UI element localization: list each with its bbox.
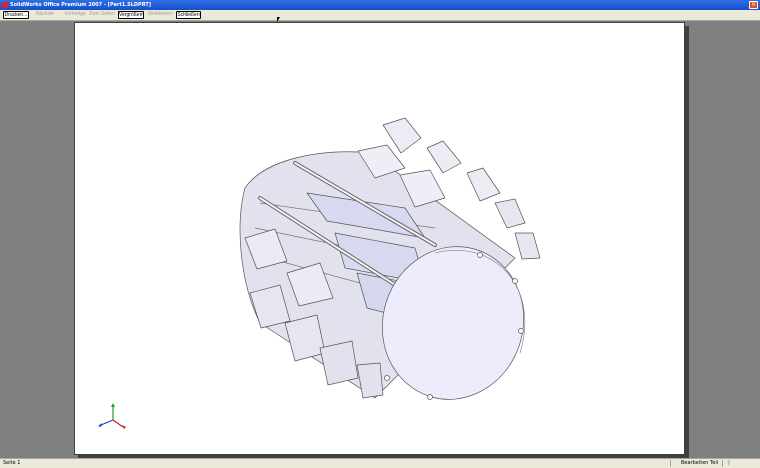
solidworks-app-icon [2,2,8,8]
two-pages-button[interactable]: Zwei Seiten [88,11,116,19]
window-close-button[interactable]: × [749,1,758,9]
status-divider [670,460,671,467]
previous-page-button[interactable]: Vorherige [63,11,87,19]
preview-page [74,22,685,455]
help-icon[interactable]: ? [727,460,730,467]
window-titlebar: SolidWorks Office Premium 2007 - [Part1.… [0,0,760,10]
status-divider [722,460,723,467]
coordinate-triad-icon [98,403,126,429]
part-drawing [98,117,541,429]
next-page-button[interactable]: Nächste [35,11,55,19]
edit-mode-text: Bearbeiten Teil [681,460,719,466]
close-preview-button[interactable]: Schließen [176,11,201,19]
page-indicator: Seite 1 [3,460,21,466]
zoom-out-button[interactable]: Verkleinern [147,11,173,19]
print-button[interactable]: Drucken... [3,11,29,19]
zoom-in-button[interactable]: Vergrößern [118,11,144,19]
window-title: SolidWorks Office Premium 2007 - [Part1.… [10,2,152,8]
print-preview-toolbar: Drucken... Nächste Vorherige Zwei Seiten… [0,10,760,21]
statusbar: Seite 1 Bearbeiten Teil ? [0,458,760,468]
